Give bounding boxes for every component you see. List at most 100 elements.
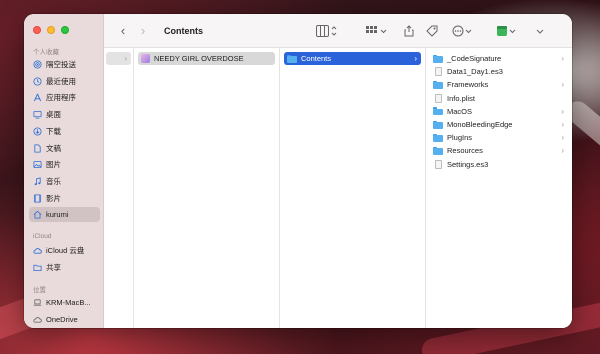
list-item-label: _CodeSignature (447, 54, 502, 63)
file-icon (434, 159, 442, 169)
sidebar-item-icloud-1[interactable]: 共享 (29, 260, 100, 275)
sidebar-item-label: 共享 (46, 262, 61, 272)
sidebar-item-label: 最近使用 (46, 76, 76, 86)
sidebar-item-fav-2[interactable]: 应用程序 (29, 90, 100, 105)
file-icon (434, 93, 442, 103)
window-title: Contents (164, 25, 203, 36)
grid-icon (366, 26, 387, 34)
ellipsis-circle-icon (452, 25, 472, 37)
music-icon (33, 177, 42, 186)
list-item-label: MacOS (447, 106, 473, 116)
download-icon (33, 127, 42, 136)
list-item-label: Frameworks (447, 80, 489, 90)
sidebar-item-fav-3[interactable]: 桌面 (29, 107, 100, 122)
app-icon (141, 54, 150, 63)
sidebar-item-fav-6[interactable]: 图片 (29, 157, 100, 172)
laptop-icon (33, 298, 42, 307)
document-icon (33, 143, 42, 153)
sidebar-item-fav-7[interactable]: 音乐 (29, 174, 100, 189)
sidebar-item-fav-8[interactable]: 影片 (29, 191, 100, 206)
chevron-right-icon: › (561, 106, 564, 116)
sidebar-item-label: 图片 (46, 160, 61, 170)
window-controls (33, 26, 69, 34)
share-icon (404, 25, 414, 37)
file-icon (434, 67, 442, 77)
sidebar-item-label: 文稿 (46, 143, 61, 153)
sidebar-item-label: 下载 (46, 126, 61, 136)
cloud-icon (33, 315, 42, 324)
sidebar-item-fav-4[interactable]: 下载 (29, 124, 100, 139)
columns-view-icon (316, 25, 337, 37)
film-icon (33, 194, 42, 203)
list-item[interactable]: NEEDY GIRL OVERDOSE (138, 52, 275, 65)
sidebar-item-label: 影片 (46, 193, 61, 203)
main-area: ‹ › Contents › NEEDY GIRL OVERDOSE Conte… (104, 14, 572, 328)
list-item-label: Info.plist (447, 93, 475, 103)
tag-icon (426, 25, 438, 37)
column-2: NEEDY GIRL OVERDOSE (134, 48, 280, 328)
sidebar-item-label: 音乐 (46, 176, 61, 186)
folder-icon (433, 120, 443, 129)
more-actions-button[interactable] (452, 24, 474, 38)
sidebar-item-icloud-0[interactable]: iCloud 云盘 (29, 243, 100, 258)
list-item-label: Resources (447, 146, 483, 156)
list-item[interactable]: Frameworks › (430, 78, 568, 91)
sidebar-item-loc-1[interactable]: OneDrive (29, 312, 100, 327)
shared-folder-icon (33, 263, 42, 272)
tag-button[interactable] (426, 24, 438, 38)
cloud-icon (33, 246, 42, 255)
list-item[interactable]: Settings.es3 (430, 158, 568, 171)
app-green-icon (497, 26, 516, 36)
back-button[interactable]: ‹ (116, 23, 130, 38)
list-item[interactable]: PlugIns › (430, 131, 568, 144)
chevron-right-icon: › (561, 133, 564, 143)
share-button[interactable] (404, 24, 414, 38)
list-item-label: PlugIns (447, 133, 473, 143)
forward-button[interactable]: › (136, 23, 150, 38)
sidebar-item-label: KRM-MacB... (46, 298, 91, 307)
folder-icon (433, 133, 443, 142)
sidebar-item-label: 桌面 (46, 110, 61, 120)
sidebar-item-loc-0[interactable]: KRM-MacB... (29, 295, 100, 310)
folder-icon (287, 54, 297, 63)
collapsed-column-item[interactable]: › (106, 52, 131, 65)
minimize-button[interactable] (47, 26, 55, 34)
sidebar-item-fav-5[interactable]: 文稿 (29, 141, 100, 156)
list-item[interactable]: _CodeSignature › (430, 52, 568, 65)
list-item-label: Settings.es3 (447, 159, 489, 169)
list-item-label: Data1_Day1.es3 (447, 67, 503, 77)
list-item[interactable]: Data1_Day1.es3 (430, 65, 568, 78)
sidebar-item-fav-0[interactable]: 隔空投送 (29, 57, 100, 72)
column-4: _CodeSignature › Data1_Day1.es3 Frameworks ›… (426, 48, 572, 328)
sidebar-section-favorites: 个人收藏 (33, 49, 59, 56)
close-button[interactable] (33, 26, 41, 34)
sidebar: 个人收藏 iCloud 位置 隔空投送最近使用应用程序桌面下载文稿图片音乐影片 k… (24, 14, 104, 328)
chevron-down-icon (536, 29, 544, 34)
chevron-right-icon: › (124, 54, 127, 63)
view-mode-button[interactable] (316, 24, 338, 38)
list-item[interactable]: Resources › (430, 144, 568, 157)
applications-icon (33, 93, 42, 102)
list-item[interactable]: MacOS › (430, 105, 568, 118)
sidebar-section-icloud: iCloud (33, 233, 52, 240)
app-button[interactable] (496, 24, 518, 38)
chevron-right-icon: › (561, 146, 564, 156)
list-item[interactable]: Info.plist (430, 92, 568, 105)
list-item[interactable]: Contents › (284, 52, 421, 65)
maximize-button[interactable] (61, 26, 69, 34)
column-3: Contents › (280, 48, 426, 328)
list-item[interactable]: MonoBleedingEdge › (430, 118, 568, 131)
toolbar-overflow-button[interactable] (536, 24, 544, 38)
sidebar-item-fav-1[interactable]: 最近使用 (29, 74, 100, 89)
chevron-right-icon: › (561, 80, 564, 90)
airdrop-icon (33, 60, 42, 69)
folder-icon (433, 80, 443, 89)
sidebar-item-label: 应用程序 (46, 93, 76, 103)
list-item-label: NEEDY GIRL OVERDOSE (154, 54, 244, 63)
list-item-label: MonoBleedingEdge (447, 120, 513, 129)
column-browser: › NEEDY GIRL OVERDOSE Contents › _CodeSig… (104, 48, 572, 328)
group-button[interactable] (366, 24, 388, 38)
sidebar-item-fav-9[interactable]: kurumi (29, 207, 100, 223)
sidebar-section-locations: 位置 (33, 287, 46, 294)
clock-icon (33, 77, 42, 86)
